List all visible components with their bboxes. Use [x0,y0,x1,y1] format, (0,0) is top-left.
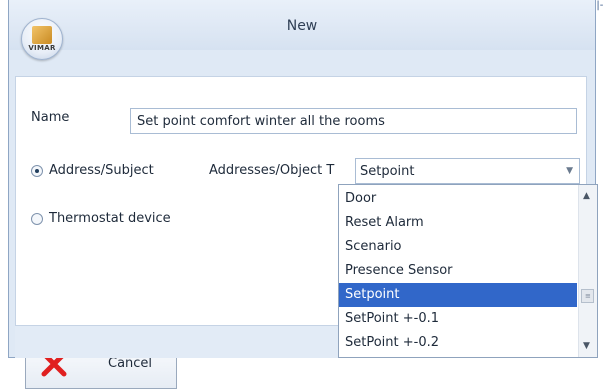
radio-thermostat-label: Thermostat device [49,211,171,226]
name-label: Name [31,110,70,125]
dropdown-option[interactable]: SetPoint +-0.2 [339,331,577,355]
dropdown-option[interactable]: SetPoint +-0.1 [339,307,577,331]
address-type-value: Setpoint [360,164,415,179]
address-type-label: Addresses/Object T [209,163,335,178]
title-bar: New [9,0,595,50]
scroll-down-icon[interactable]: ▼ [583,341,590,351]
radio-button[interactable] [31,212,43,225]
dropdown-option[interactable]: Presence Sensor [339,259,577,283]
logo-text: VIMAR [28,44,56,52]
scroll-up-icon[interactable]: ▲ [583,191,590,201]
radio-button-checked[interactable] [31,164,43,177]
radio-address-label: Address/Subject [49,163,154,178]
address-type-dropdown-list[interactable]: Door Reset Alarm Scenario Presence Senso… [338,184,598,358]
vimar-logo[interactable]: VIMAR [21,18,63,60]
dropdown-option[interactable]: Scenario [339,235,577,259]
radio-address-subject[interactable]: Address/Subject [31,163,154,178]
dropdown-option-selected[interactable]: Setpoint [339,283,577,307]
grip-icon: ≡ [585,292,591,300]
dropdown-scrollbar[interactable]: ▲ ≡ ▼ [578,185,597,357]
chevron-down-icon[interactable]: ▼ [566,166,573,176]
cancel-label: Cancel [108,356,153,371]
radio-thermostat-device[interactable]: Thermostat device [31,211,171,226]
scroll-thumb[interactable]: ≡ [581,289,594,303]
name-field[interactable] [130,108,577,134]
logo-mark-icon [32,26,52,44]
dropdown-option[interactable]: Door [339,187,577,211]
dropdown-option[interactable]: Reset Alarm [339,211,577,235]
window-title: New [286,18,318,34]
address-type-select[interactable]: Setpoint ▼ [355,158,580,184]
